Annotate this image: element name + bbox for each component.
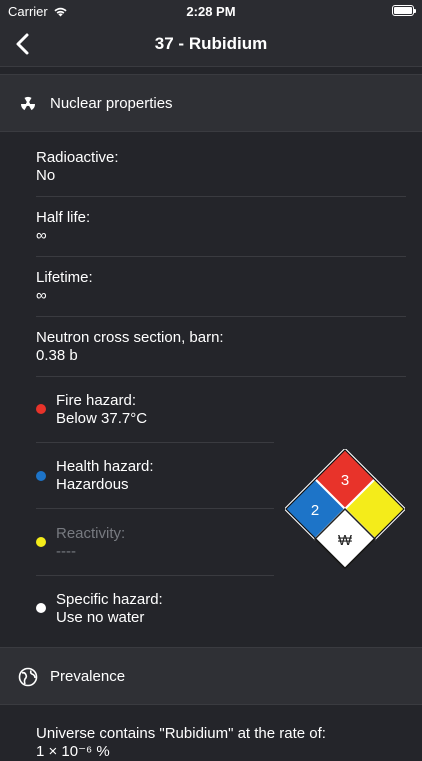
hazard-label: Fire hazard: xyxy=(56,392,137,409)
hazard-label: Specific hazard: xyxy=(56,591,163,608)
section-header-prevalence: Prevalence xyxy=(0,647,422,705)
nfpa-health-number: 2 xyxy=(311,502,319,519)
hazard-reactivity: Reactivity: ---- xyxy=(56,525,125,561)
hazard-value: Below 37.7°C xyxy=(56,410,148,427)
hazard-label: Health hazard: xyxy=(56,458,154,475)
property-label: Half life: xyxy=(36,209,91,226)
hazard-value: Use no water xyxy=(56,609,145,626)
nfpa-fire-number: 3 xyxy=(341,472,349,489)
divider xyxy=(36,442,274,443)
property-label: Lifetime: xyxy=(36,269,93,286)
divider xyxy=(36,256,406,257)
fire-hazard-dot xyxy=(36,404,46,414)
property-neutron-cross-section: Neutron cross section, barn: 0.38 b xyxy=(36,329,224,365)
property-lifetime: Lifetime: ∞ xyxy=(36,269,93,305)
navigation-bar: 37 - Rubidium xyxy=(0,22,422,67)
health-hazard-dot xyxy=(36,471,46,481)
property-value: 1 × 10⁻⁶ % xyxy=(36,743,110,760)
globe-icon xyxy=(18,667,38,687)
nfpa-diamond: 3 2 ₩ xyxy=(285,449,405,569)
property-value: ∞ xyxy=(36,227,47,244)
property-half-life: Half life: ∞ xyxy=(36,209,90,245)
divider xyxy=(36,376,406,377)
property-label: Neutron cross section, barn: xyxy=(36,329,224,346)
hazard-value: ---- xyxy=(56,543,76,560)
property-radioactive: Radioactive: No xyxy=(36,149,119,185)
property-value: 0.38 b xyxy=(36,347,78,364)
hazard-specific: Specific hazard: Use no water xyxy=(56,591,163,627)
nfpa-special-symbol: ₩ xyxy=(338,532,353,549)
hazard-fire: Fire hazard: Below 37.7°C xyxy=(56,392,147,428)
radiation-icon xyxy=(20,96,36,111)
status-time: 2:28 PM xyxy=(186,4,236,19)
property-universe-prevalence: Universe contains "Rubidium" at the rate… xyxy=(36,725,326,761)
divider xyxy=(36,575,274,576)
hazard-label: Reactivity: xyxy=(56,525,126,542)
section-title: Prevalence xyxy=(50,668,126,685)
property-label: Radioactive: xyxy=(36,149,119,166)
property-value: ∞ xyxy=(36,287,47,304)
reactivity-dot xyxy=(36,537,46,547)
section-header-nuclear: Nuclear properties xyxy=(0,74,422,132)
divider xyxy=(36,316,406,317)
property-label: Universe contains "Rubidium" at the rate… xyxy=(36,725,326,742)
hazard-value: Hazardous xyxy=(56,476,129,493)
battery-icon xyxy=(392,5,416,16)
hazard-health: Health hazard: Hazardous xyxy=(56,458,154,494)
divider xyxy=(36,508,274,509)
property-value: No xyxy=(36,167,56,184)
specific-hazard-dot xyxy=(36,603,46,613)
divider xyxy=(36,196,406,197)
status-bar: Carrier 2:28 PM xyxy=(0,0,422,22)
page-title: 37 - Rubidium xyxy=(154,34,268,53)
section-title: Nuclear properties xyxy=(50,95,173,112)
